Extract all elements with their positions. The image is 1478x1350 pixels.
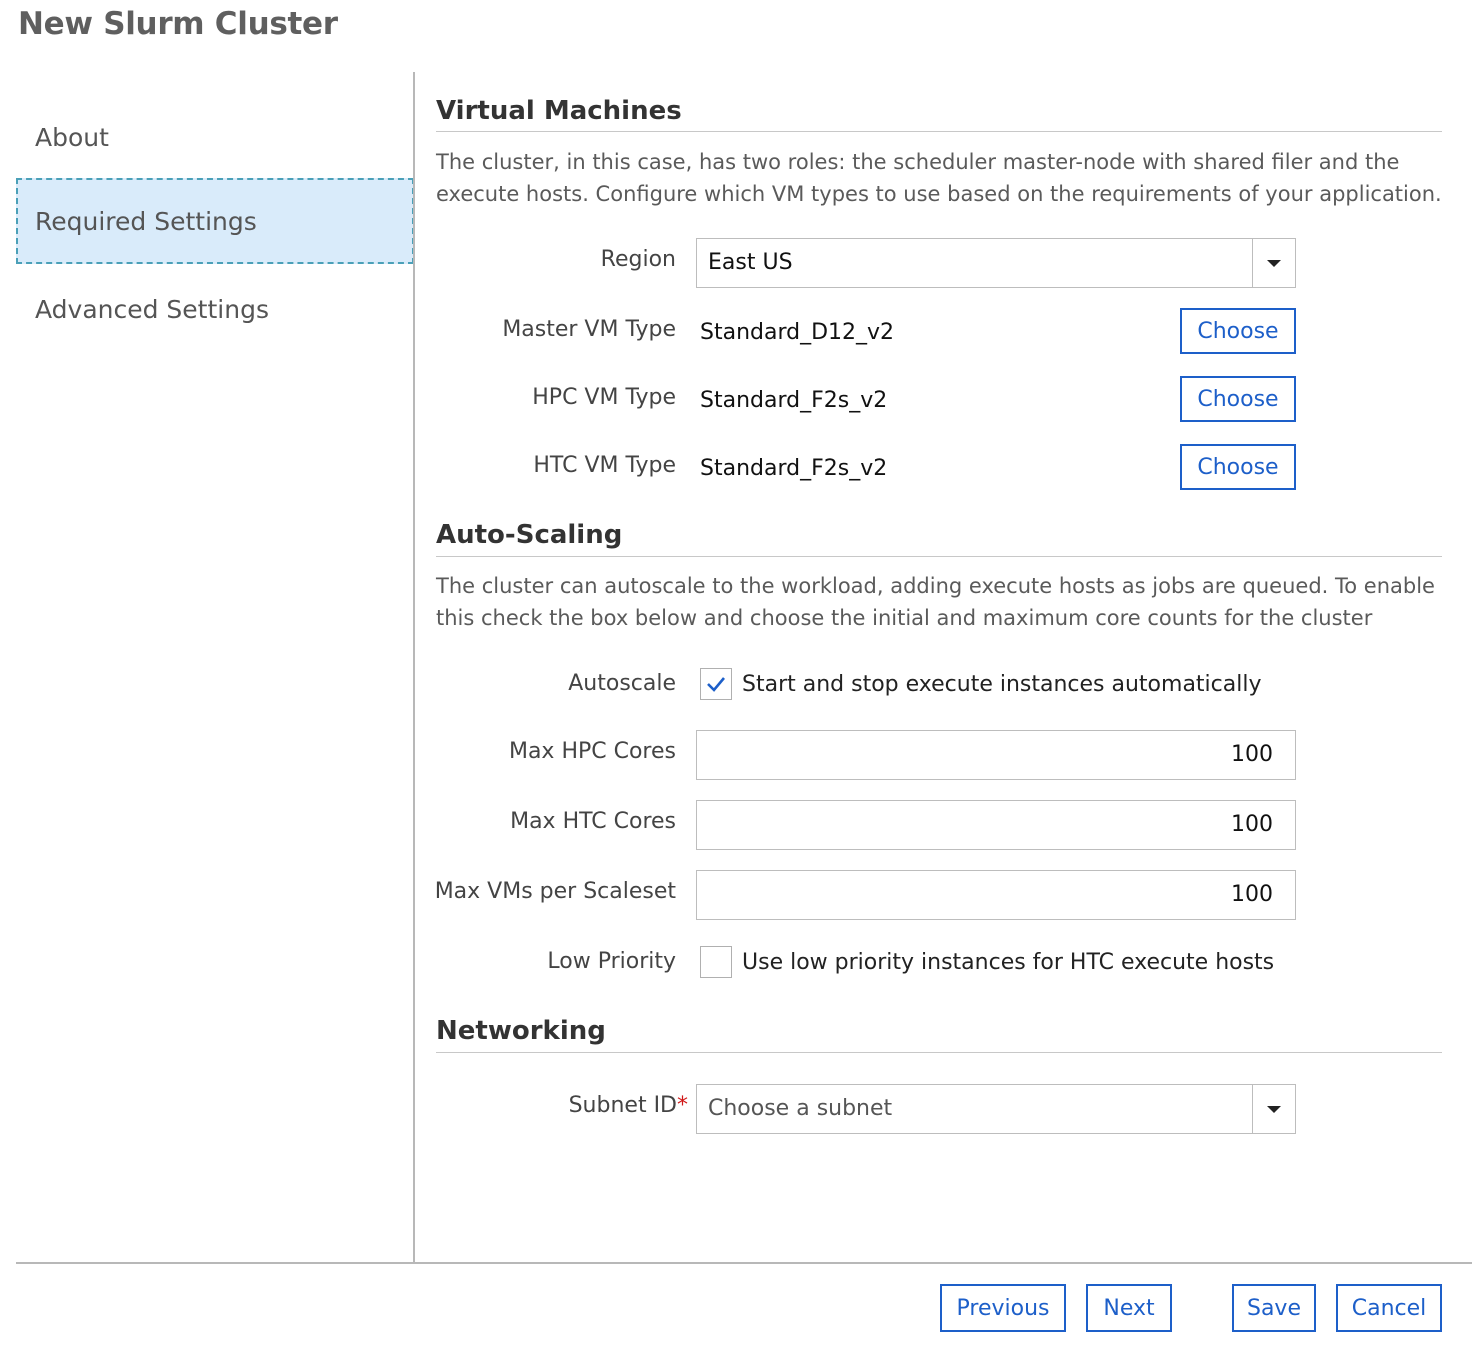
- region-select[interactable]: East US: [696, 238, 1296, 288]
- save-button[interactable]: Save: [1232, 1284, 1316, 1332]
- sidebar-item-label: About: [35, 122, 109, 152]
- sidebar-item-required-settings[interactable]: Required Settings: [16, 178, 414, 264]
- section-title-networking: Networking: [436, 1016, 606, 1046]
- max-hpc-cores-label: Max HPC Cores: [508, 739, 676, 764]
- hpc-vm-choose-button[interactable]: Choose: [1180, 376, 1296, 422]
- region-dropdown-button[interactable]: [1252, 239, 1295, 287]
- chevron-down-icon: [1267, 1105, 1281, 1113]
- subnet-dropdown-button[interactable]: [1252, 1085, 1295, 1133]
- max-htc-cores-label: Max HTC Cores: [510, 809, 676, 834]
- htc-vm-choose-button[interactable]: Choose: [1180, 444, 1296, 490]
- next-button[interactable]: Next: [1086, 1284, 1172, 1332]
- master-vm-type-label: Master VM Type: [502, 317, 676, 342]
- autoscale-label: Autoscale: [568, 671, 676, 696]
- master-vm-type-value: Standard_D12_v2: [700, 320, 895, 345]
- chevron-down-icon: [1267, 259, 1281, 267]
- master-vm-choose-button[interactable]: Choose: [1180, 308, 1296, 354]
- section-divider: [436, 556, 1442, 557]
- previous-button[interactable]: Previous: [940, 1284, 1066, 1332]
- section-description: The cluster can autoscale to the workloa…: [436, 574, 1435, 630]
- htc-vm-type-value: Standard_F2s_v2: [700, 456, 888, 481]
- subnet-id-label-text: Subnet ID: [568, 1093, 677, 1118]
- max-htc-cores-input[interactable]: 100: [696, 800, 1296, 850]
- max-vms-per-scaleset-input[interactable]: 100: [696, 870, 1296, 920]
- max-vms-per-scaleset-label: Max VMs per Scaleset: [434, 879, 676, 904]
- subnet-id-label: Subnet ID*: [569, 1093, 688, 1118]
- htc-vm-type-label: HTC VM Type: [533, 453, 676, 478]
- page-title: New Slurm Cluster: [18, 6, 338, 42]
- required-indicator: *: [677, 1093, 688, 1118]
- cancel-button[interactable]: Cancel: [1336, 1284, 1442, 1332]
- region-label: Region: [600, 247, 676, 272]
- hpc-vm-type-label: HPC VM Type: [532, 385, 676, 410]
- sidebar-divider: [413, 72, 415, 1264]
- hpc-vm-type-value: Standard_F2s_v2: [700, 388, 888, 413]
- low-priority-checkbox[interactable]: [700, 946, 732, 978]
- max-hpc-cores-input[interactable]: 100: [696, 730, 1296, 780]
- sidebar-item-label: Advanced Settings: [35, 294, 269, 324]
- section-title-auto-scaling: Auto-Scaling: [436, 520, 623, 550]
- section-title-virtual-machines: Virtual Machines: [436, 96, 682, 126]
- section-divider: [436, 131, 1442, 132]
- low-priority-checkbox-label[interactable]: Use low priority instances for HTC execu…: [742, 950, 1274, 975]
- sidebar-item-label: Required Settings: [35, 206, 257, 236]
- autoscale-checkbox[interactable]: [700, 668, 732, 700]
- autoscale-checkbox-label[interactable]: Start and stop execute instances automat…: [742, 672, 1261, 697]
- subnet-id-select[interactable]: Choose a subnet: [696, 1084, 1296, 1134]
- checkmark-icon: [707, 677, 725, 692]
- footer-divider: [16, 1262, 1472, 1264]
- section-divider: [436, 1052, 1442, 1053]
- sidebar-item-advanced-settings[interactable]: Advanced Settings: [16, 266, 414, 352]
- region-value: East US: [708, 250, 793, 275]
- low-priority-label: Low Priority: [547, 949, 676, 974]
- section-description: The cluster, in this case, has two roles…: [436, 150, 1442, 206]
- sidebar-item-about[interactable]: About: [16, 94, 414, 180]
- subnet-id-placeholder: Choose a subnet: [708, 1096, 893, 1121]
